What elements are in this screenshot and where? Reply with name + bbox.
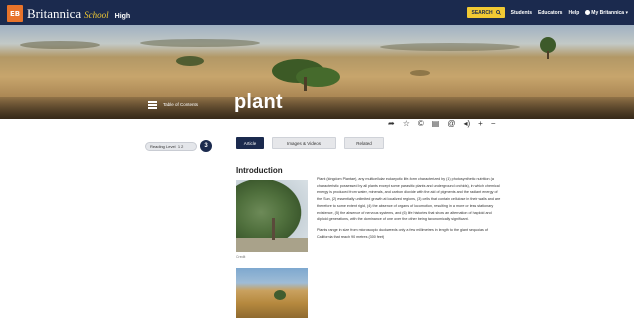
tab-images-videos[interactable]: Images & Videos	[272, 137, 336, 149]
reading-level-pill[interactable]: Reading Level 1 2	[145, 141, 197, 151]
britannica-logo-icon[interactable]: EB	[7, 5, 23, 22]
article-body: Plant (kingdom Plantae), any multicellul…	[317, 176, 501, 244]
brand[interactable]: Britannica School High	[27, 6, 131, 21]
paragraph-2: Plants range in size from microscopic du…	[317, 227, 488, 239]
image-tree	[274, 290, 286, 300]
hero-overlay	[0, 97, 634, 119]
image-caption: Credit	[236, 255, 246, 259]
audio-icon[interactable]: ◂)	[463, 119, 470, 129]
image-ground	[236, 238, 308, 252]
reading-level-values: 1 2	[177, 143, 184, 149]
tab-related[interactable]: Related	[344, 137, 384, 149]
user-icon	[585, 9, 591, 15]
image-trunk	[272, 218, 275, 240]
article-tabs: Article Images & Videos Related	[236, 137, 384, 149]
share-icon[interactable]: ➦	[388, 119, 395, 129]
nav-link-educators[interactable]: Educators	[538, 10, 562, 16]
search-button[interactable]: SEARCH	[467, 7, 505, 18]
zoom-out-icon[interactable]: −	[491, 119, 496, 129]
article-image-willow[interactable]	[236, 180, 308, 252]
email-icon[interactable]: @	[447, 119, 455, 129]
table-of-contents-toggle[interactable]: Table of Contents	[148, 101, 199, 109]
reading-level-label: Reading Level	[150, 143, 176, 149]
reading-level-current[interactable]: 3	[200, 140, 212, 152]
toc-label: Table of Contents	[163, 102, 199, 107]
star-icon[interactable]: ☆	[403, 119, 410, 129]
article-tools: ➦ ☆ © ▤ @ ◂) + −	[388, 119, 496, 129]
account-menu[interactable]: My Britannica ▾	[585, 10, 628, 16]
nav-link-students[interactable]: Students	[511, 10, 532, 16]
tab-article[interactable]: Article	[236, 137, 264, 149]
brand-name: Britannica	[27, 6, 82, 21]
section-heading: Introduction	[236, 166, 283, 175]
top-bar: EB Britannica School High SEARCH Student…	[0, 0, 634, 25]
top-actions: SEARCH Students Educators Help My Britan…	[467, 7, 628, 18]
nav-link-help[interactable]: Help	[568, 10, 579, 16]
hero-image: Table of Contents plant	[0, 25, 634, 119]
zoom-in-icon[interactable]: +	[478, 119, 483, 129]
brand-school: School	[84, 10, 109, 20]
reading-level-selector[interactable]: Reading Level 1 2 3	[145, 140, 212, 152]
search-label: SEARCH	[471, 9, 493, 16]
brand-level: High	[114, 13, 131, 20]
page-title: plant	[234, 91, 283, 113]
cite-icon[interactable]: ©	[418, 119, 424, 129]
account-label: My Britannica	[591, 9, 625, 16]
search-icon	[495, 10, 501, 15]
menu-icon	[148, 101, 157, 109]
paragraph-1: Plant (kingdom Plantae), any multicellul…	[317, 177, 501, 222]
print-icon[interactable]: ▤	[432, 119, 440, 129]
article-image-landscape[interactable]	[236, 268, 308, 318]
